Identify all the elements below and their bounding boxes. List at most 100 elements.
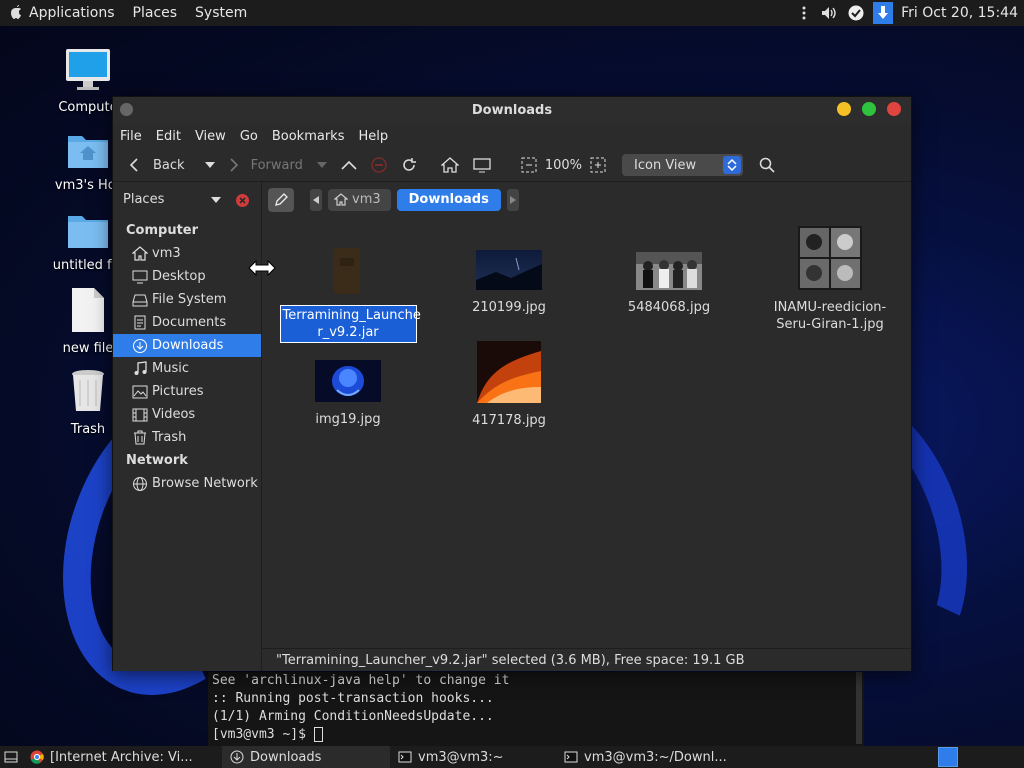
breadcrumb: vm3 Downloads [262,187,519,212]
updown-arrows-icon [723,156,742,174]
desktop-new-file-label: new file [62,341,114,356]
taskbar-terminal-2[interactable]: vm3@vm3:~/Downl... [556,746,756,768]
globe-icon [132,476,148,492]
download-icon[interactable] [873,2,894,24]
sidebar-item-desktop[interactable]: Desktop [113,265,261,288]
home-button[interactable] [435,152,465,178]
desktop-trash-label: Trash [70,422,106,437]
places-label: Places [132,5,178,21]
panel-menu-icon[interactable] [795,4,813,22]
sidebar-item-documents[interactable]: Documents [113,311,261,334]
updates-check-icon[interactable] [847,4,865,22]
taskbar-downloads[interactable]: Downloads [222,746,390,768]
sidebar-item-trash[interactable]: Trash [113,426,261,449]
volume-icon[interactable] [821,4,839,22]
sidebar-item-label: Music [152,361,189,376]
sidebar-heading-network: Network [126,453,188,468]
edit-location-button[interactable] [268,187,294,212]
zoom-in-icon [590,157,606,173]
home-icon [334,193,348,206]
image-thumbnail [434,250,584,295]
close-button[interactable] [887,102,901,116]
menu-edit[interactable]: Edit [149,129,188,144]
file-item[interactable]: Terramining_Launche r_v9.2.jar [273,244,423,343]
download-icon [132,338,148,354]
taskbar-terminal-1[interactable]: vm3@vm3:~ [390,746,556,768]
top-panel: Applications Places System Fri Oct 20, 1… [0,0,1024,26]
sidebar-item-label: Browse Network [152,476,258,491]
zoom-in-button[interactable] [584,152,612,178]
breadcrumb-home[interactable]: vm3 [328,188,391,211]
sidebar-item-vm3[interactable]: vm3 [113,242,261,265]
home-icon [132,246,148,262]
file-name: 5484068.jpg [627,300,711,315]
menu-bookmarks[interactable]: Bookmarks [265,129,352,144]
back-history-dropdown[interactable] [199,152,221,178]
file-icon-view[interactable]: Terramining_Launche r_v9.2.jar 210199.jp… [262,215,911,648]
show-desktop-button[interactable] [0,746,22,768]
sidebar-selector[interactable]: Places [113,181,262,218]
places-sidebar: Computer vm3 Desktop File System Documen… [113,215,262,671]
terminal-window[interactable]: See 'archlinux-java help' to change it :… [208,672,864,746]
sidebar-item-pictures[interactable]: Pictures [113,380,261,403]
image-thumbnail [273,360,423,407]
terminal-prompt-text: [vm3@vm3 ~]$ [212,727,314,742]
close-sidebar-icon[interactable] [236,193,249,207]
taskbar-browser[interactable]: [Internet Archive: Vi... [22,746,222,768]
file-item[interactable]: INAMU-reedicion- Seru-Giran-1.jpg [755,226,905,333]
breadcrumb-scroll-right[interactable] [506,188,519,211]
titlebar[interactable]: Downloads [113,97,911,123]
zoom-out-icon [521,157,537,173]
menu-view[interactable]: View [188,129,233,144]
view-mode-value: Icon View [634,157,697,173]
computer-button[interactable] [467,152,497,178]
places-menu[interactable]: Places [124,5,187,21]
sidebar-item-file-system[interactable]: File System [113,288,261,311]
taskbar-item-label: Downloads [250,749,322,765]
file-name-selected[interactable]: Terramining_Launche r_v9.2.jar [279,305,421,343]
workspace-switcher[interactable] [938,747,958,767]
minimize-button[interactable] [837,102,851,116]
terminal-line: :: Running post-transaction hooks... [212,691,494,706]
sidebar-item-label: Videos [152,407,196,422]
forward-button[interactable]: Forward [223,152,309,178]
java-archive-icon [273,244,423,301]
search-button[interactable] [753,152,781,178]
sidebar-item-browse-network[interactable]: Browse Network [113,472,261,495]
view-mode-select[interactable]: Icon View [622,154,744,176]
window-menu-button[interactable] [120,103,133,116]
menu-go[interactable]: Go [233,129,265,144]
file-item[interactable]: img19.jpg [273,360,423,428]
stop-button[interactable] [365,152,393,178]
menu-file[interactable]: File [113,129,149,144]
terminal-prompt[interactable]: [vm3@vm3 ~]$ [212,726,860,744]
applications-menu[interactable]: Applications [0,4,124,23]
chrome-icon [30,750,44,764]
menu-help[interactable]: Help [351,129,395,144]
reload-button[interactable] [395,152,423,178]
forward-history-dropdown[interactable] [311,152,333,178]
chevron-down-icon [204,162,215,168]
file-item[interactable]: 417178.jpg [434,341,584,429]
terminal-scrollbar[interactable] [856,672,862,744]
trash-icon [132,430,148,446]
breadcrumb-downloads[interactable]: Downloads [396,188,501,211]
back-button[interactable]: Back [123,152,191,178]
sidebar-item-label: File System [152,292,227,307]
sidebar-item-downloads[interactable]: Downloads [113,334,261,357]
system-menu[interactable]: System [186,5,256,21]
file-item[interactable]: 210199.jpg [434,250,584,316]
breadcrumb-scroll-left[interactable] [310,188,322,211]
clock[interactable]: Fri Oct 20, 15:44 [901,5,1018,21]
chevron-right-icon [509,195,516,204]
monitor-icon [473,158,491,173]
sidebar-item-videos[interactable]: Videos [113,403,261,426]
zoom-out-button[interactable] [515,152,543,178]
file-name: 210199.jpg [472,300,546,315]
file-item[interactable]: 5484068.jpg [594,252,744,316]
terminal-icon [398,751,412,763]
terminal-cursor [313,727,323,742]
sidebar-item-music[interactable]: Music [113,357,261,380]
up-button[interactable] [335,152,363,178]
maximize-button[interactable] [862,102,876,116]
